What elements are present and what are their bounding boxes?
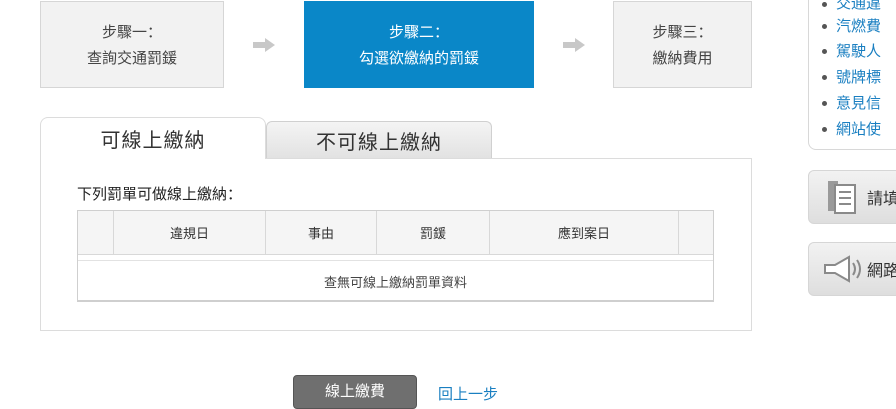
step-3: 步驟三： 繳納費用 [613,1,752,88]
step-1-title: 步驟一： [101,22,162,41]
bullet-icon [822,127,827,132]
sidebar-link-4[interactable]: 號牌標 [836,66,881,87]
tab-offline-payment[interactable]: 不可線上繳納 [266,121,492,158]
megaphone-icon [824,255,861,283]
bullet-icon [822,75,827,80]
sidebar-link-6[interactable]: 網站使 [836,118,881,139]
bullet-icon [822,49,827,54]
bullet-icon [822,101,827,106]
step-1: 步驟一： 查詢交通罰鍰 [40,1,224,88]
sidebar-link-3[interactable]: 駕駛人 [836,40,881,61]
sidebar-form-button[interactable]: 請填 [808,170,896,224]
table-header-fine: 罰鍰 [377,211,490,255]
step-1-text: 查詢交通罰鍰 [86,48,177,67]
sidebar-link-1[interactable]: 交通違 [836,0,881,13]
table-header-reason: 事由 [266,211,377,255]
bullet-icon [822,2,827,7]
table-header-checkbox [78,211,114,255]
table-empty-message: 查無可線上繳納罰單資料 [78,260,713,301]
sidebar-link-5[interactable]: 意見信 [836,92,881,113]
table-header-due-date: 應到案日 [490,211,679,255]
sidebar-announce-button[interactable]: 網路 [808,242,896,296]
table-header-extra [679,211,713,255]
sidebar-form-label: 請填 [867,189,896,208]
step-2: 步驟二： 勾選欲繳納的罰鍰 [304,1,534,88]
tab-online-payment[interactable]: 可線上繳納 [40,117,266,159]
table-header-violation-date: 違規日 [114,211,266,255]
step-3-text: 繳納費用 [652,48,713,67]
pay-online-button[interactable]: 線上繳費 [293,375,417,409]
step-2-text: 勾選欲繳納的罰鍰 [358,48,479,67]
step-2-title: 步驟二： [388,22,449,41]
arrow-right-icon [253,38,275,52]
step-3-title: 步驟三： [652,22,713,41]
document-icon [828,181,856,214]
sidebar-link-2[interactable]: 汽燃費 [836,15,881,36]
table-title: 下列罰單可做線上繳納： [77,185,243,203]
bullet-icon [822,24,827,29]
back-link[interactable]: 回上一步 [438,383,498,404]
sidebar-announce-label: 網路 [867,261,896,280]
arrow-right-icon [563,38,585,52]
